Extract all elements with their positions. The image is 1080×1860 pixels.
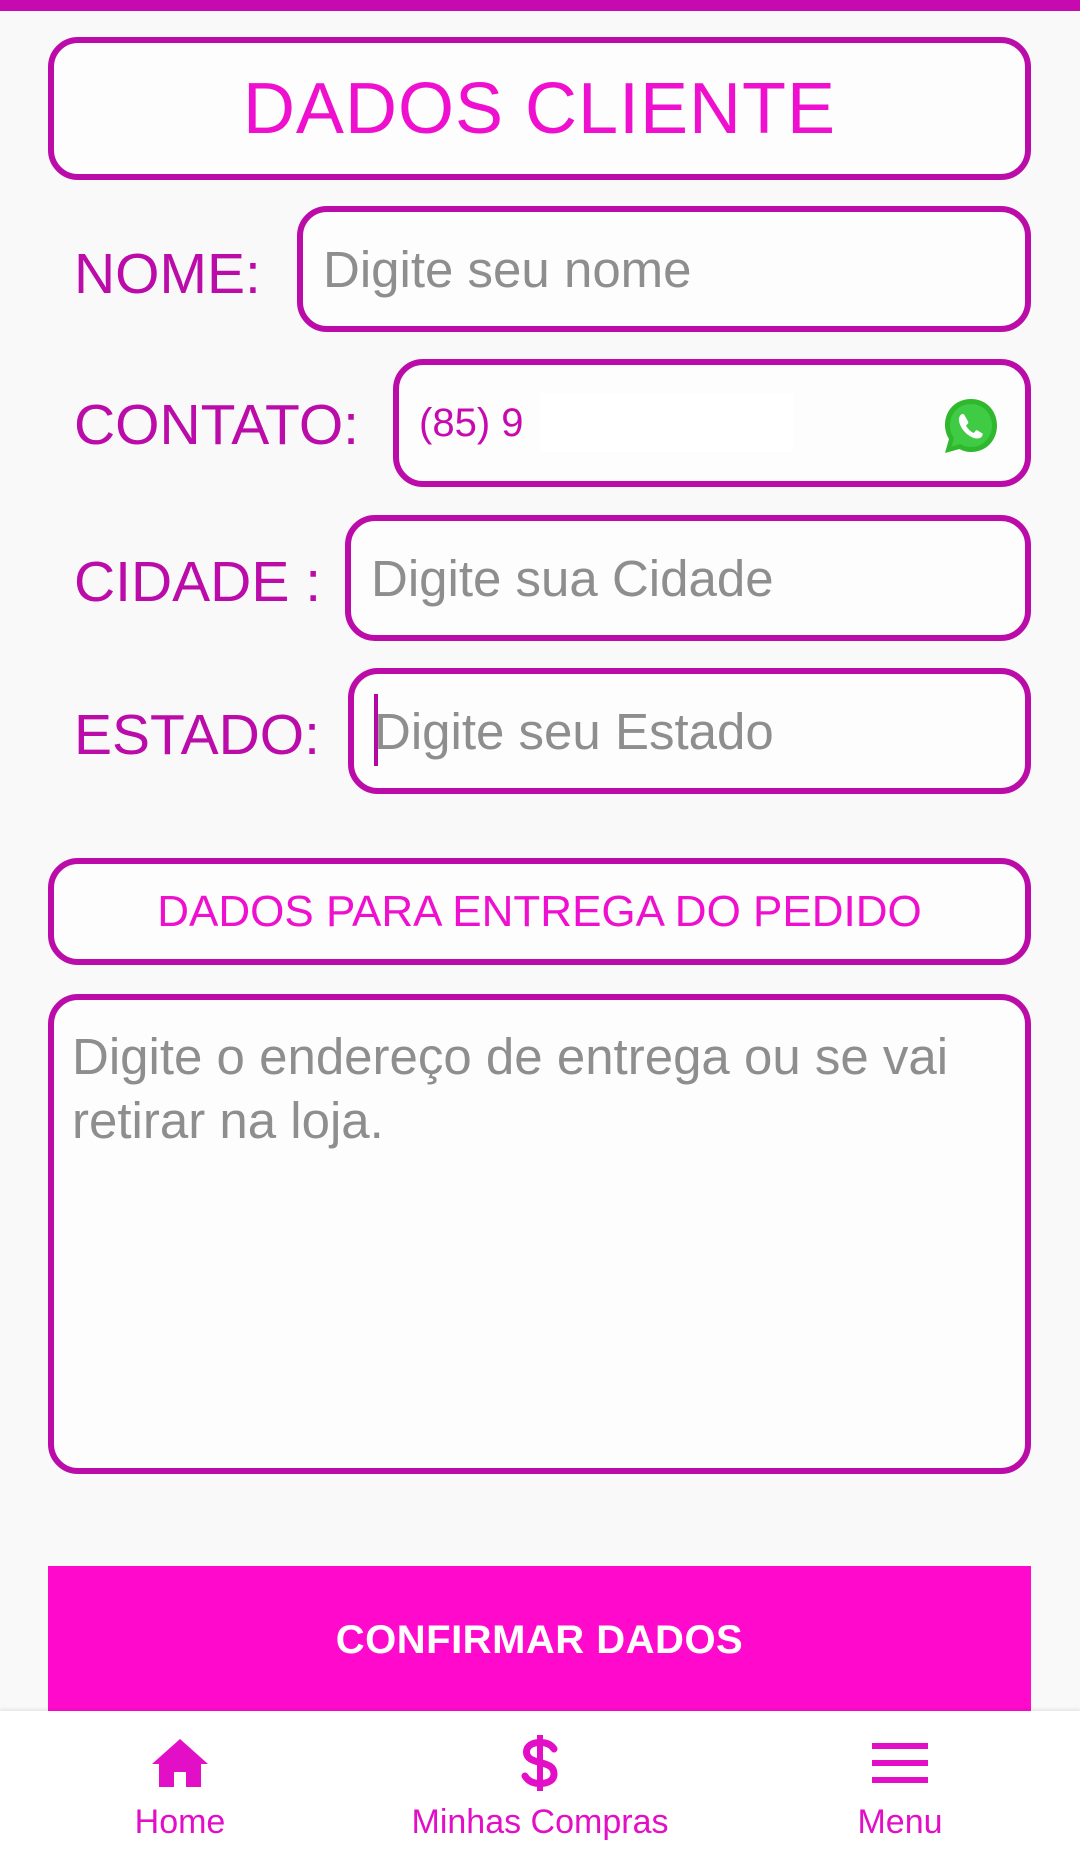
nome-label: NOME: bbox=[74, 242, 261, 306]
estado-label: ESTADO: bbox=[74, 703, 320, 767]
cidade-placeholder: Digite sua Cidade bbox=[371, 549, 774, 607]
nome-placeholder: Digite seu nome bbox=[323, 240, 692, 298]
bottom-navigation: Home Minhas Compras Menu bbox=[0, 1711, 1080, 1860]
estado-placeholder: Digite seu Estado bbox=[374, 702, 774, 760]
confirm-button[interactable]: CONFIRMAR DADOS bbox=[48, 1566, 1031, 1714]
delivery-address-textarea[interactable]: Digite o endereço de entrega ou se vai r… bbox=[48, 994, 1031, 1474]
nav-label-home: Home bbox=[134, 1803, 226, 1841]
title-box: DADOS CLIENTE bbox=[48, 37, 1031, 180]
nav-label-minhas-compras: Minhas Compras bbox=[411, 1803, 669, 1841]
contato-label: CONTATO: bbox=[74, 393, 359, 457]
menu-icon bbox=[872, 1733, 928, 1793]
delivery-title: DADOS PARA ENTREGA DO PEDIDO bbox=[157, 886, 922, 936]
nav-item-home[interactable]: Home bbox=[110, 1711, 250, 1860]
whatsapp-icon[interactable] bbox=[940, 395, 1002, 457]
nome-input[interactable]: Digite seu nome bbox=[297, 206, 1031, 332]
nav-item-minhas-compras[interactable]: Minhas Compras bbox=[390, 1711, 690, 1860]
home-icon bbox=[150, 1733, 210, 1793]
redacted-block bbox=[540, 393, 793, 452]
contato-value: (85) 9 bbox=[419, 400, 524, 445]
cidade-label: CIDADE : bbox=[74, 550, 322, 614]
delivery-placeholder: Digite o endereço de entrega ou se vai r… bbox=[72, 1028, 949, 1149]
text-cursor bbox=[374, 694, 378, 766]
delivery-section-header: DADOS PARA ENTREGA DO PEDIDO bbox=[48, 858, 1031, 965]
cidade-input[interactable]: Digite sua Cidade bbox=[345, 515, 1031, 641]
nav-label-menu: Menu bbox=[857, 1803, 943, 1841]
dollar-icon bbox=[520, 1733, 560, 1793]
estado-input[interactable]: Digite seu Estado bbox=[348, 668, 1031, 794]
page-title: DADOS CLIENTE bbox=[242, 68, 837, 149]
top-accent-bar bbox=[0, 0, 1080, 11]
nav-item-menu[interactable]: Menu bbox=[830, 1711, 970, 1860]
